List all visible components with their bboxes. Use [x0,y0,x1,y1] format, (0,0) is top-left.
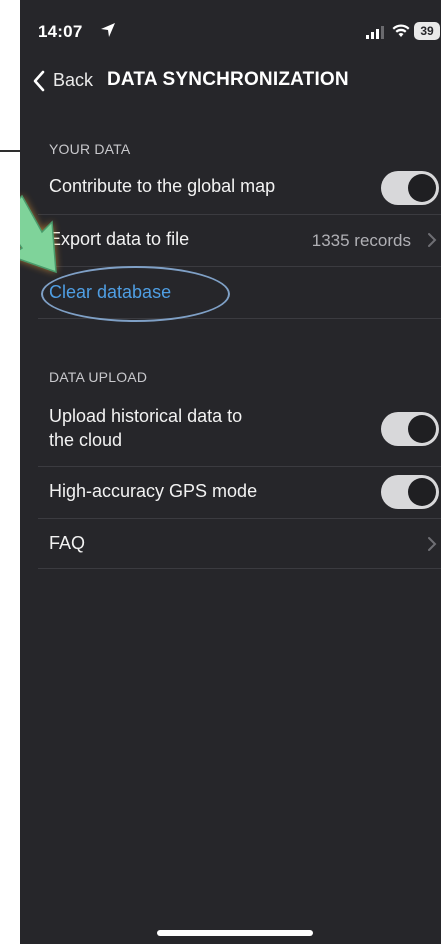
row-label: FAQ [49,533,86,553]
row-label-line2: the cloud [49,430,123,450]
row-faq[interactable]: FAQ [38,518,441,569]
upload-historical-toggle[interactable] [381,412,439,446]
toggle-knob [408,478,436,506]
location-arrow-icon [101,23,115,37]
wifi-icon [392,24,410,37]
chevron-right-icon [428,233,437,247]
section-header-your-data: YOUR DATA [49,141,131,157]
battery-indicator: 39 [414,22,440,40]
back-chevron-icon[interactable] [32,70,46,92]
row-high-accuracy-gps[interactable]: High-accuracy GPS mode [38,466,441,519]
toggle-knob [408,415,436,443]
row-label: Contribute to the global map [49,176,276,196]
row-upload-historical[interactable]: Upload historical data to the cloud [38,390,441,467]
callout-arrow-icon [20,194,57,274]
status-time: 14:07 [38,22,83,41]
row-label-line1: Upload historical data to [49,406,243,426]
gps-mode-toggle[interactable] [381,475,439,509]
records-count: 1335 records [311,231,411,250]
row-label: High-accuracy GPS mode [49,481,258,501]
row-contribute-global-map[interactable]: Contribute to the global map [38,162,441,215]
page-title: DATA SYNCHRONIZATION [107,69,349,90]
status-bar: 14:07 39 [20,0,441,60]
navigation-bar: Back DATA SYNCHRONIZATION [20,62,441,102]
cellular-signal-icon [366,26,384,39]
toggle-knob [408,174,436,202]
chevron-right-icon [428,537,437,551]
phone-screen: 14:07 39 Back DATA SYNCHRONIZATION YOUR … [20,0,441,944]
contribute-toggle[interactable] [381,171,439,205]
home-indicator[interactable] [157,930,313,936]
row-export-data[interactable]: Export data to file 1335 records [38,214,441,267]
section-header-data-upload: DATA UPLOAD [49,369,148,385]
back-button[interactable]: Back [53,70,93,91]
